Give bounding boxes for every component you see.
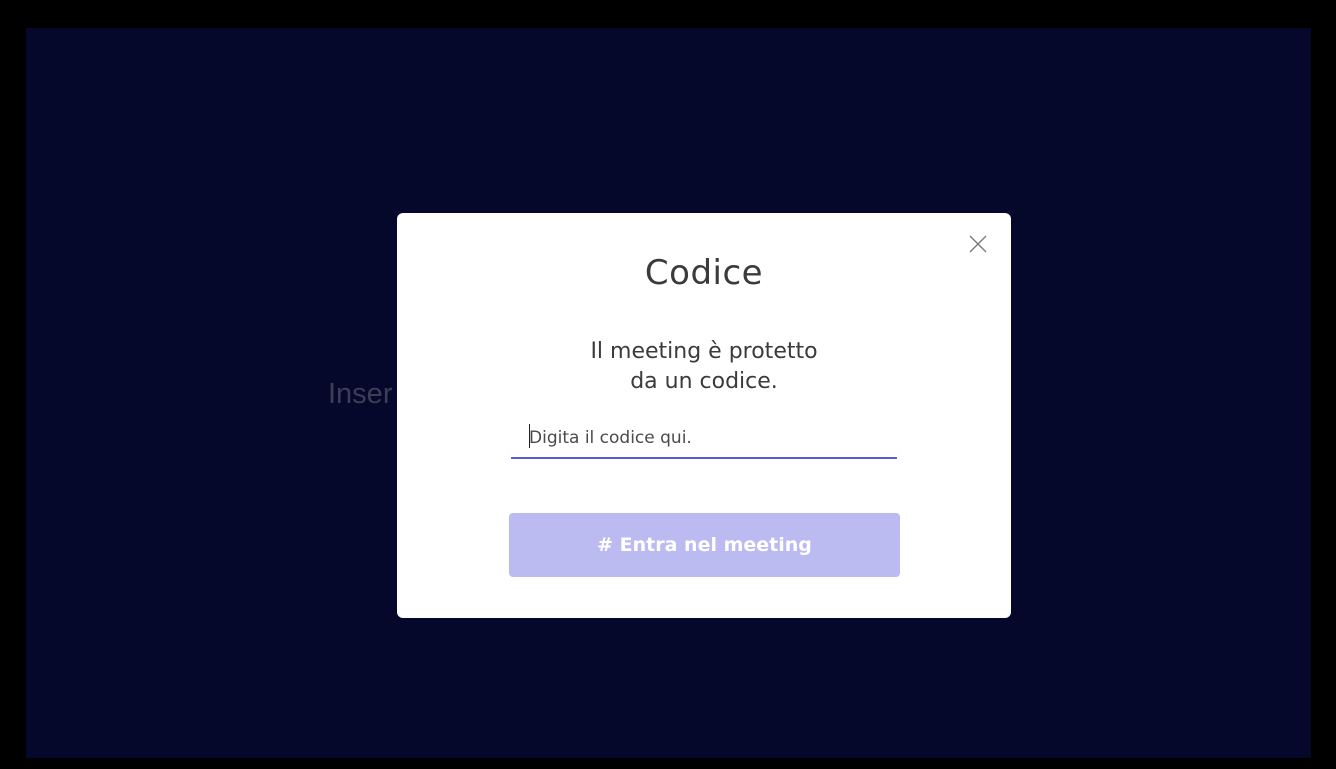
description-line-1: Il meeting è protetto bbox=[590, 339, 818, 364]
app-background: Inser Codice Il meeting è protetto da un… bbox=[26, 28, 1311, 758]
dialog-title: Codice bbox=[644, 253, 764, 293]
background-text: Inser bbox=[328, 378, 393, 410]
window-frame: Inser Codice Il meeting è protetto da un… bbox=[0, 0, 1336, 769]
code-dialog: Codice Il meeting è protetto da un codic… bbox=[397, 213, 1011, 618]
description-line-2: da un codice. bbox=[630, 369, 778, 394]
enter-meeting-button[interactable]: # Entra nel meeting bbox=[509, 513, 900, 577]
text-caret bbox=[529, 424, 530, 448]
dialog-description: Il meeting è protetto da un codice. bbox=[397, 337, 1011, 397]
close-icon[interactable] bbox=[967, 233, 989, 255]
code-input[interactable] bbox=[511, 419, 897, 459]
